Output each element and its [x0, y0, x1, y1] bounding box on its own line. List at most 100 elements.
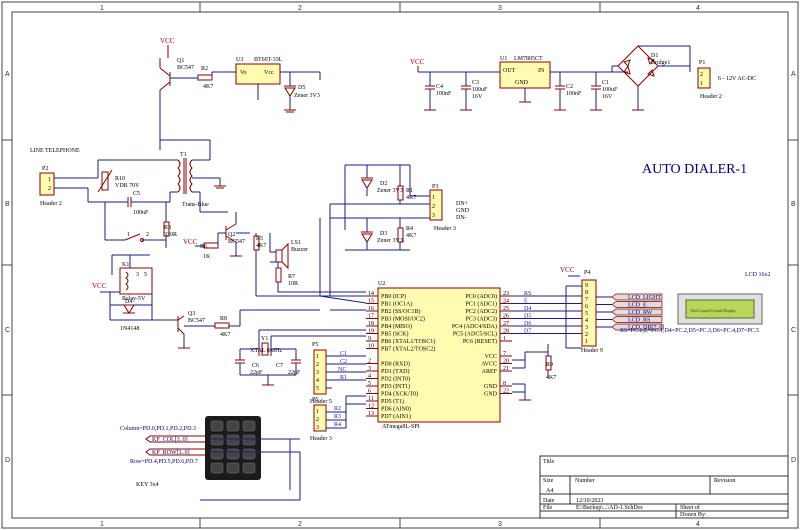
p4-pin-number: 7: [585, 297, 588, 303]
mcu-pin-number: 13: [368, 411, 374, 417]
keypad-key: [226, 448, 240, 460]
keypad-key: [242, 462, 256, 474]
svg-text:2: 2: [146, 232, 149, 238]
mcu-pin-number: 4: [368, 374, 371, 380]
line-sense-section: D2 Zener 3V3 R1 4K7 D3 Zener 3V3 R4 4K7 …: [319, 164, 470, 296]
svg-text:R9: R9: [546, 362, 553, 368]
mcu-pin-number: 22: [503, 389, 509, 395]
bridge-rectifier: [617, 45, 659, 87]
lcd-net-tag: LCD_E: [628, 303, 647, 309]
svg-text:U1: U1: [500, 56, 507, 62]
mcu-pin-number: 25: [503, 306, 509, 312]
svg-text:C4: C4: [436, 84, 443, 90]
svg-text:100nF: 100nF: [436, 91, 452, 97]
lcd-bus-net: E: [524, 299, 528, 305]
svg-text:1: 1: [100, 521, 104, 528]
keypad-rows-note: Row=PD.4,PD.5,PD.6,PD.7: [130, 459, 198, 465]
svg-text:16V: 16V: [472, 94, 483, 100]
mcu-pin-number: 5: [368, 381, 371, 387]
svg-text:BC547: BC547: [228, 239, 245, 245]
svg-text:2: 2: [298, 521, 302, 528]
svg-text:U3: U3: [236, 57, 243, 63]
svg-text:R7: R7: [288, 274, 295, 280]
svg-text:4: 4: [696, 521, 700, 528]
mcu-pin-number: 17: [368, 314, 374, 320]
mcu-pin-number: 28: [503, 329, 509, 335]
svg-text:2: 2: [316, 417, 319, 423]
p4-pin-number: 4: [585, 318, 588, 324]
p4-pin-number: 8: [585, 290, 588, 296]
svg-text:VDR 70V: VDR 70V: [115, 183, 140, 189]
svg-text:DN-: DN-: [456, 215, 467, 221]
svg-text:C3: C3: [472, 80, 479, 86]
mcu-pin-number: 6: [368, 389, 371, 395]
svg-text:Vo: Vo: [240, 70, 247, 76]
mcu-pin-number: 15: [368, 299, 374, 305]
svg-text:A4: A4: [546, 488, 553, 494]
svg-text:VCC: VCC: [183, 238, 198, 246]
keypad-section: Column=PD.0,PD.1,PD.2,PD.3 KP_COL[3..0] …: [120, 416, 301, 501]
title-block: Title Size A4 Number Revision Date 12/10…: [539, 455, 789, 519]
p2-header: [39, 172, 55, 196]
svg-text:Vcc: Vcc: [264, 70, 274, 76]
ac-input-label: 6 - 12V AC-DC: [718, 76, 756, 82]
svg-text:5: 5: [316, 386, 319, 392]
p4-pin-number: 2: [585, 332, 588, 338]
svg-text:1: 1: [432, 195, 435, 201]
relay-section: K1 Relay-5V 35 VCC D4 1N4148 Q3 BC547 R8…: [92, 254, 320, 349]
mcu-pin-number: 8: [503, 381, 506, 387]
svg-text:IN: IN: [538, 68, 545, 74]
line-telephone-label: LINE TELEPHONE: [30, 148, 80, 154]
lcd-bus-net: D5: [524, 314, 531, 320]
mcu-u2: U2 ATmega8L-SPI PB0 (ICP)14PB1 (OC1A)15P…: [366, 281, 512, 430]
mcu-pin-left: PD2 (INT0): [381, 376, 410, 383]
svg-text:ATmega8L-SPI: ATmega8L-SPI: [382, 424, 420, 430]
lcd-bus-section: RS ED4 D5D6 D7 R9 4K7 VCC P4 Header 9 98765…: [512, 266, 771, 401]
mcu-pin-left: PB1 (OC1A): [381, 301, 413, 308]
lcd-bus-net: RS: [524, 291, 531, 297]
svg-text:T1: T1: [180, 152, 187, 158]
mcu-pin-left: PB3 (MOSI/OC2): [381, 316, 425, 323]
svg-text:4K7: 4K7: [406, 233, 416, 239]
svg-text:P3: P3: [432, 184, 438, 190]
svg-text:1: 1: [48, 177, 51, 183]
ls1-buzzer: [275, 249, 283, 263]
zone-col-1: 1: [100, 5, 104, 12]
svg-text:P2: P2: [42, 166, 48, 172]
mcu-pin-number: 12: [368, 404, 374, 410]
svg-text:R4: R4: [406, 226, 413, 232]
mcu-left-wiring: [256, 291, 367, 311]
mcu-pin-number: 18: [368, 321, 374, 327]
svg-text:3: 3: [432, 213, 435, 219]
svg-text:R6: R6: [200, 244, 207, 250]
schematic-title: AUTO DIALER-1: [642, 162, 747, 177]
svg-text:12/10/2023: 12/10/2023: [576, 498, 603, 504]
keypad-key: [210, 448, 224, 460]
svg-text:Y1: Y1: [261, 336, 268, 342]
svg-text:4K7: 4K7: [546, 375, 556, 381]
svg-text:1N4148: 1N4148: [120, 326, 139, 332]
svg-text:Bridge1: Bridge1: [651, 60, 670, 66]
svg-text:2: 2: [48, 186, 51, 192]
svg-text:Zener 3V3: Zener 3V3: [294, 93, 320, 99]
svg-text:GND: GND: [456, 208, 470, 214]
svg-text:Title: Title: [543, 459, 554, 465]
svg-text:5: 5: [144, 272, 147, 278]
keypad-key: [226, 462, 240, 474]
svg-text:R5: R5: [256, 236, 263, 242]
schematic-sheet: 1 2 3 4 1 2 3 4 A B C D A B C D AUTO DIA…: [1, 1, 799, 529]
mcu-pin-number: 3: [368, 366, 371, 372]
svg-text:100nF: 100nF: [133, 210, 149, 216]
svg-text:LS1: LS1: [291, 240, 301, 246]
svg-text:Q1: Q1: [177, 58, 184, 64]
mcu-pin-number: 9: [368, 336, 371, 342]
mcu-pin-left: PB7 (XTAL2/TOSC2): [381, 346, 435, 353]
svg-text:1: 1: [127, 232, 130, 238]
svg-text:E:\Backup\...\AD-1.SchDoc: E:\Backup\...\AD-1.SchDoc: [576, 505, 644, 511]
svg-text:Drawn By:: Drawn By:: [680, 512, 707, 518]
mcu-pin-right: PC4 (ADC4/SDA): [452, 323, 497, 330]
svg-text:BC547: BC547: [188, 318, 205, 324]
svg-text:R1: R1: [340, 375, 347, 381]
svg-text:Header 3: Header 3: [434, 226, 456, 232]
svg-text:Sheet of: Sheet of: [680, 504, 700, 511]
